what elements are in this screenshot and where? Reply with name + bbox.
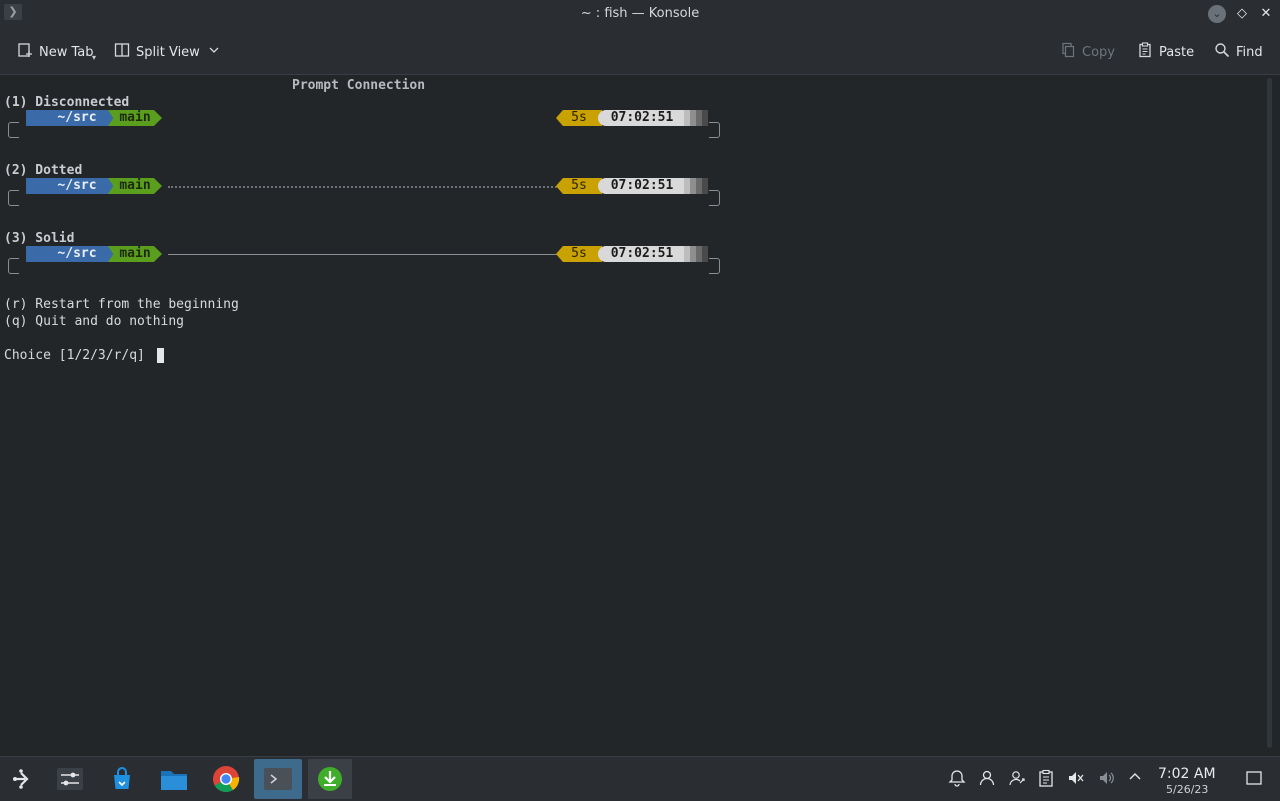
left-frame-bracket (8, 122, 19, 138)
split-view-label: Split View (136, 44, 200, 60)
solid-connector-line (168, 254, 560, 255)
right-frame-bracket (709, 122, 720, 138)
git-branch-segment: main (108, 178, 162, 194)
toolbar: New Tab ▾ Split View Copy Paste Find (0, 29, 1280, 75)
quit-option-text: (q) Quit and do nothing (4, 314, 185, 329)
user-icon[interactable] (977, 769, 997, 791)
file-manager-icon[interactable] (154, 759, 194, 799)
directory-segment: ~/src (26, 178, 116, 194)
option-label: (3) Solid (4, 231, 75, 246)
new-tab-label: New Tab (39, 44, 94, 60)
choice-prompt: Choice [1/2/3/r/q] (4, 348, 145, 363)
duration-segment: 5s (556, 110, 602, 126)
option-label: (2) Dotted (4, 163, 83, 178)
prompt-connection-heading: Prompt Connection (292, 78, 426, 93)
volume-muted-icon[interactable] (1066, 769, 1086, 791)
prompt-preview-solid: ~/src main 5s 07:02:51 (8, 246, 721, 278)
minimize-icon[interactable]: ⌄ (1208, 5, 1226, 23)
find-button[interactable]: Find (1214, 41, 1263, 63)
maximize-icon[interactable]: ◇ (1233, 5, 1251, 23)
prompt-preview-dotted: ~/src main 5s 07:02:51 (8, 178, 721, 210)
restart-option-text: (r) Restart from the beginning (4, 297, 239, 312)
copy-icon (1060, 42, 1076, 62)
show-desktop-icon[interactable] (1244, 769, 1264, 791)
duration-segment: 5s (556, 178, 602, 194)
clock-time[interactable]: 7:02 AM (1158, 766, 1216, 782)
app-launcher-icon[interactable] (2, 759, 42, 799)
tray-expand-icon[interactable] (1125, 769, 1145, 789)
clock-segment: 07:02:51 (598, 246, 686, 262)
system-settings-icon[interactable] (50, 759, 90, 799)
terminal-cursor (157, 348, 164, 363)
left-frame-bracket (8, 258, 19, 274)
konsole-icon[interactable] (254, 759, 302, 799)
git-branch-segment: main (108, 110, 162, 126)
mic-muted-icon[interactable] (1097, 769, 1117, 791)
find-label: Find (1236, 44, 1263, 60)
directory-segment: ~/src (26, 246, 116, 262)
title-bar: ❯ ~ : fish — Konsole ⌄ ◇ ✕ (0, 0, 1280, 29)
scrollbar-thumb[interactable] (1267, 78, 1272, 748)
paste-button[interactable]: Paste (1137, 41, 1194, 63)
discover-store-icon[interactable] (102, 759, 142, 799)
prompt-preview-disconnected: ~/src main 5s 07:02:51 (8, 110, 721, 142)
new-tab-icon (17, 42, 33, 62)
right-frame-bracket (709, 258, 720, 274)
paste-icon (1137, 42, 1153, 62)
right-frame-bracket (709, 190, 720, 206)
new-tab-menu-icon[interactable]: ▾ (92, 53, 96, 62)
chrome-icon[interactable] (206, 759, 246, 799)
duration-segment: 5s (556, 246, 602, 262)
paste-label: Paste (1159, 44, 1195, 60)
split-view-icon (114, 42, 130, 62)
new-tab-button[interactable]: New Tab (17, 41, 94, 63)
chevron-down-icon[interactable] (206, 44, 222, 60)
copy-label: Copy (1082, 44, 1115, 60)
copy-button[interactable]: Copy (1060, 41, 1115, 63)
terminal-view[interactable]: Prompt Connection (1) Disconnected ~/src… (0, 75, 1262, 756)
directory-segment: ~/src (26, 110, 116, 126)
taskbar: 7:02 AM 5/26/23 (0, 756, 1280, 801)
split-view-button[interactable]: Split View (114, 41, 222, 63)
scrollbar[interactable] (1262, 75, 1280, 756)
clock-segment: 07:02:51 (598, 178, 686, 194)
user-switch-icon[interactable] (1007, 769, 1027, 791)
left-frame-bracket (8, 190, 19, 206)
notifications-icon[interactable] (947, 769, 967, 791)
option-label: (1) Disconnected (4, 95, 130, 110)
window-title: ~ : fish — Konsole (580, 6, 700, 21)
clock-date[interactable]: 5/26/23 (1166, 783, 1208, 796)
downloader-icon[interactable] (308, 759, 352, 799)
clipboard-icon[interactable] (1036, 769, 1056, 791)
close-icon[interactable]: ✕ (1257, 5, 1275, 23)
dotted-connector-line (168, 186, 560, 188)
search-icon (1214, 42, 1230, 62)
git-branch-segment: main (108, 246, 162, 262)
clock-segment: 07:02:51 (598, 110, 686, 126)
